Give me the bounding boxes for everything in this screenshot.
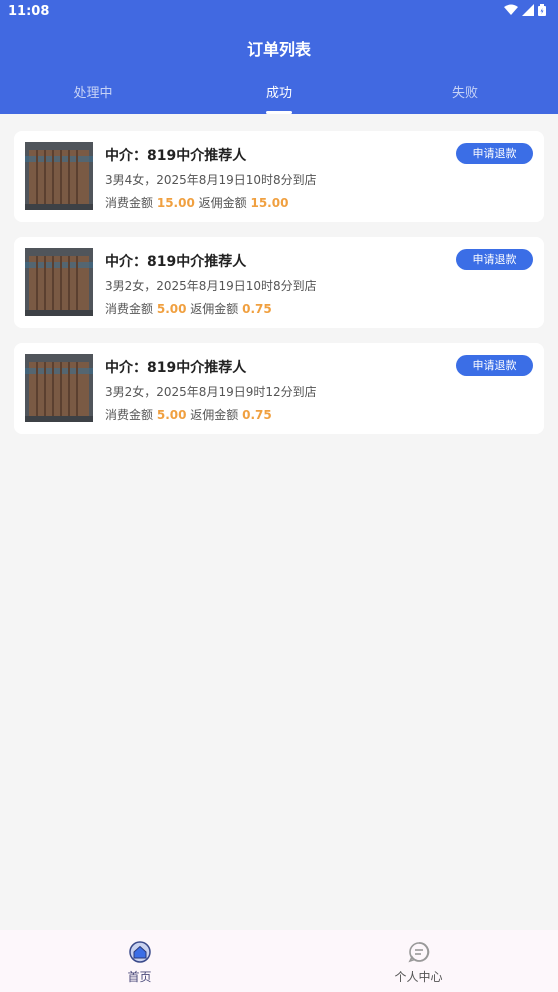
status-time: 11:08 xyxy=(8,4,50,19)
consume-label: 消费金额 xyxy=(105,302,154,316)
status-bar: 11:08 xyxy=(0,0,558,24)
amount-row: 消费金额 5.00 返佣金额 0.75 xyxy=(105,406,272,423)
apply-refund-button[interactable]: 申请退款 xyxy=(456,355,533,376)
page-title: 订单列表 xyxy=(246,40,311,59)
nav-home[interactable]: 首页 xyxy=(0,930,279,992)
battery-icon xyxy=(538,4,546,16)
consume-amount: 5.00 xyxy=(156,408,187,422)
apply-refund-button[interactable]: 申请退款 xyxy=(456,143,533,164)
status-icons xyxy=(504,4,546,16)
nav-profile[interactable]: 个人中心 xyxy=(279,930,558,992)
rebate-amount: 0.75 xyxy=(242,302,272,316)
rebate-amount: 0.75 xyxy=(242,408,272,422)
amount-row: 消费金额 5.00 返佣金额 0.75 xyxy=(105,300,272,317)
consume-amount: 15.00 xyxy=(156,196,195,210)
order-card[interactable]: 中介：819中介推荐人 3男2女，2025年8月19日9时12分到店 消费金额 … xyxy=(14,343,544,434)
tab-failed[interactable]: 失败 xyxy=(372,78,558,114)
nav-profile-label: 个人中心 xyxy=(394,970,443,984)
visit-info: 3男2女，2025年8月19日10时8分到店 xyxy=(105,279,317,293)
agent-name: 中介：819中介推荐人 xyxy=(105,148,247,164)
tab-processing[interactable]: 处理中 xyxy=(0,78,186,114)
order-card[interactable]: 中介：819中介推荐人 3男2女，2025年8月19日10时8分到店 消费金额 … xyxy=(14,237,544,328)
amount-row: 消费金额 15.00 返佣金额 15.00 xyxy=(105,194,288,211)
consume-amount: 5.00 xyxy=(156,302,187,316)
rebate-label: 返佣金额 xyxy=(190,408,239,422)
visit-info: 3男2女，2025年8月19日9时12分到店 xyxy=(105,385,317,399)
order-list: 中介：819中介推荐人 3男4女，2025年8月19日10时8分到店 消费金额 … xyxy=(14,131,544,449)
bottom-nav: 首页 个人中心 xyxy=(0,930,558,992)
apply-refund-button[interactable]: 申请退款 xyxy=(456,249,533,270)
home-icon xyxy=(128,941,151,963)
rebate-label: 返佣金额 xyxy=(198,196,247,210)
signal-icon xyxy=(522,4,534,16)
agent-name: 中介：819中介推荐人 xyxy=(105,254,247,270)
app-header: 11:08 订单列表 处理中 成功 失败 xyxy=(0,0,558,114)
nav-home-label: 首页 xyxy=(127,970,152,984)
consume-label: 消费金额 xyxy=(105,408,154,422)
visit-info: 3男4女，2025年8月19日10时8分到店 xyxy=(105,173,317,187)
rebate-amount: 15.00 xyxy=(250,196,289,210)
store-photo xyxy=(25,354,93,422)
tab-success-label: 成功 xyxy=(265,86,292,101)
order-card[interactable]: 中介：819中介推荐人 3男4女，2025年8月19日10时8分到店 消费金额 … xyxy=(14,131,544,222)
rebate-label: 返佣金额 xyxy=(190,302,239,316)
wifi-icon xyxy=(504,4,518,15)
agent-name: 中介：819中介推荐人 xyxy=(105,360,247,376)
consume-label: 消费金额 xyxy=(105,196,154,210)
order-status-tabs: 处理中 成功 失败 xyxy=(0,78,558,114)
store-photo xyxy=(25,142,93,210)
tab-success[interactable]: 成功 xyxy=(186,78,372,114)
store-photo xyxy=(25,248,93,316)
chat-icon xyxy=(407,942,429,963)
active-tab-indicator xyxy=(266,111,292,114)
